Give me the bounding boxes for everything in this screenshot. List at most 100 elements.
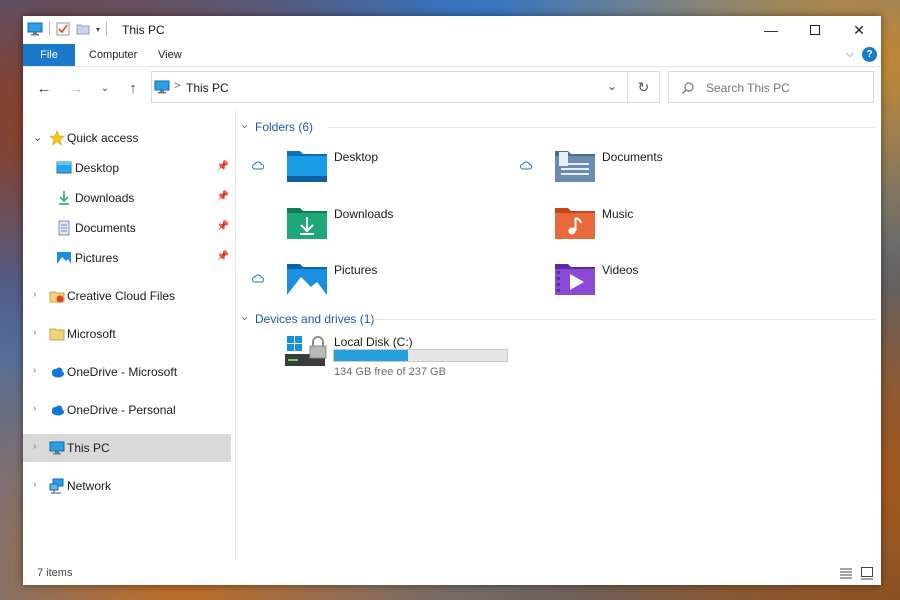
refresh-icon: ↻ bbox=[637, 78, 650, 95]
nav-item-network[interactable]: › Network bbox=[23, 474, 231, 498]
nav-label: Desktop bbox=[75, 161, 120, 175]
address-bar[interactable]: > This PC ⌄ bbox=[151, 71, 628, 103]
drive-free-space: 134 GB free of 237 GB bbox=[334, 366, 446, 378]
search-icon bbox=[682, 82, 694, 94]
nav-label: Network bbox=[67, 479, 112, 493]
folders-heading[interactable]: Folders (6) bbox=[255, 120, 313, 134]
desktop-folder-icon bbox=[287, 151, 327, 182]
folder-tile[interactable]: Videos bbox=[520, 261, 780, 311]
quick-access-toolbar: ▾ bbox=[27, 22, 108, 36]
minimize-button[interactable]: — bbox=[749, 16, 793, 44]
nav-label: Quick access bbox=[67, 131, 139, 145]
drives-collapse-icon[interactable]: ⌄ bbox=[240, 310, 249, 323]
chevron-right-icon[interactable]: › bbox=[33, 479, 36, 490]
star-icon bbox=[49, 130, 65, 146]
folder-tile[interactable]: Downloads bbox=[252, 205, 512, 255]
documents-folder-icon bbox=[555, 151, 595, 182]
close-button[interactable]: ✕ bbox=[837, 16, 881, 44]
nav-item-downloads[interactable]: Downloads 📌 bbox=[23, 186, 231, 210]
pictures-icon bbox=[57, 252, 71, 264]
customize-toolbar-icon[interactable]: ▾ bbox=[96, 25, 100, 34]
pin-icon[interactable]: 📌 bbox=[217, 221, 229, 232]
onedrive-icon bbox=[52, 367, 64, 378]
chevron-expanded-icon[interactable]: ⌄ bbox=[33, 131, 42, 144]
folder-name: Videos bbox=[602, 263, 639, 277]
ribbon-tabs: File Computer View ⌵ ? bbox=[23, 44, 881, 67]
desktop-folder-icon bbox=[56, 161, 72, 174]
search-box[interactable]: Search This PC bbox=[668, 71, 874, 103]
nav-item-pictures[interactable]: Pictures 📌 bbox=[23, 246, 231, 270]
recent-locations-button[interactable]: ⌄ bbox=[93, 76, 117, 100]
folder-tile[interactable]: Documents bbox=[520, 148, 780, 198]
address-history-dropdown[interactable]: ⌄ bbox=[607, 79, 617, 93]
nav-label: Creative Cloud Files bbox=[67, 289, 176, 303]
tab-view[interactable]: View bbox=[158, 44, 182, 66]
nav-item-microsoft[interactable]: › Microsoft bbox=[23, 322, 231, 346]
folder-tile[interactable]: Pictures bbox=[252, 261, 512, 311]
refresh-button[interactable]: ↻ bbox=[628, 71, 660, 103]
nav-item-this-pc[interactable]: › This PC bbox=[23, 434, 231, 462]
nav-item-onedrive-microsoft[interactable]: › OneDrive - Microsoft bbox=[23, 360, 231, 384]
drives-heading[interactable]: Devices and drives (1) bbox=[255, 312, 374, 326]
help-button[interactable]: ? bbox=[862, 47, 877, 62]
nav-item-creative-cloud[interactable]: › Creative Cloud Files bbox=[23, 284, 231, 308]
close-icon: ✕ bbox=[853, 21, 865, 38]
nav-item-onedrive-personal[interactable]: › OneDrive - Personal bbox=[23, 398, 231, 422]
arrow-right-icon: → bbox=[68, 79, 84, 97]
maximize-button[interactable] bbox=[793, 16, 837, 44]
nav-label: Documents bbox=[75, 221, 136, 235]
folder-tile[interactable]: Desktop bbox=[252, 148, 512, 198]
pc-icon[interactable] bbox=[27, 22, 43, 36]
cloud-icon bbox=[252, 274, 264, 283]
section-divider bbox=[373, 319, 875, 320]
pin-icon[interactable]: 📌 bbox=[217, 251, 229, 262]
navigation-pane: ⌄ Quick access Desktop 📌 Downloads 📌 Doc… bbox=[23, 110, 236, 560]
folder-name: Downloads bbox=[334, 207, 394, 221]
search-placeholder: Search This PC bbox=[706, 81, 790, 95]
folder-icon bbox=[49, 328, 65, 341]
pin-icon[interactable]: 📌 bbox=[217, 161, 229, 172]
chevron-right-icon[interactable]: › bbox=[33, 403, 36, 414]
tab-computer[interactable]: Computer bbox=[89, 44, 137, 66]
pin-icon[interactable]: 📌 bbox=[217, 191, 229, 202]
back-button[interactable]: ← bbox=[32, 76, 56, 100]
expand-ribbon-icon[interactable]: ⌵ bbox=[846, 48, 854, 61]
new-folder-icon[interactable] bbox=[76, 23, 90, 35]
properties-icon[interactable] bbox=[56, 22, 70, 36]
details-view-icon[interactable] bbox=[839, 566, 853, 580]
chevron-down-icon: ⌄ bbox=[100, 82, 110, 94]
chevron-right-icon[interactable]: › bbox=[33, 365, 36, 376]
title-bar: ▾ This PC — ✕ bbox=[23, 16, 881, 44]
tab-file[interactable]: File bbox=[23, 44, 75, 66]
minimize-icon: — bbox=[764, 22, 778, 38]
pc-icon bbox=[154, 80, 170, 94]
hard-drive-icon bbox=[285, 336, 327, 366]
nav-label: OneDrive - Personal bbox=[67, 403, 176, 417]
nav-label: Microsoft bbox=[67, 327, 116, 341]
onedrive-icon bbox=[52, 405, 64, 416]
videos-folder-icon bbox=[555, 264, 595, 295]
chevron-right-icon[interactable]: › bbox=[33, 441, 36, 452]
folder-name: Pictures bbox=[334, 263, 378, 277]
large-icons-view-icon[interactable] bbox=[860, 566, 874, 580]
maximize-icon bbox=[810, 25, 820, 35]
nav-item-documents[interactable]: Documents 📌 bbox=[23, 216, 231, 240]
music-folder-icon bbox=[555, 208, 595, 239]
breadcrumb-separator-icon[interactable]: > bbox=[174, 80, 180, 92]
folders-collapse-icon[interactable]: ⌄ bbox=[240, 118, 249, 131]
forward-button[interactable]: → bbox=[64, 76, 88, 100]
cloud-icon bbox=[252, 161, 264, 170]
ribbon-controls: ⌵ ? bbox=[846, 47, 877, 62]
nav-label: Pictures bbox=[75, 251, 119, 265]
network-icon bbox=[49, 478, 64, 494]
documents-icon bbox=[58, 220, 70, 236]
chevron-right-icon[interactable]: › bbox=[33, 289, 36, 300]
breadcrumb-this-pc[interactable]: This PC bbox=[186, 81, 229, 95]
drive-name: Local Disk (C:) bbox=[334, 335, 413, 349]
nav-item-quick-access[interactable]: ⌄ Quick access bbox=[23, 126, 231, 150]
up-button[interactable]: ↑ bbox=[121, 76, 145, 100]
folder-tile[interactable]: Music bbox=[520, 205, 780, 255]
chevron-right-icon[interactable]: › bbox=[33, 327, 36, 338]
section-divider bbox=[328, 127, 875, 128]
nav-item-desktop[interactable]: Desktop 📌 bbox=[23, 156, 231, 180]
